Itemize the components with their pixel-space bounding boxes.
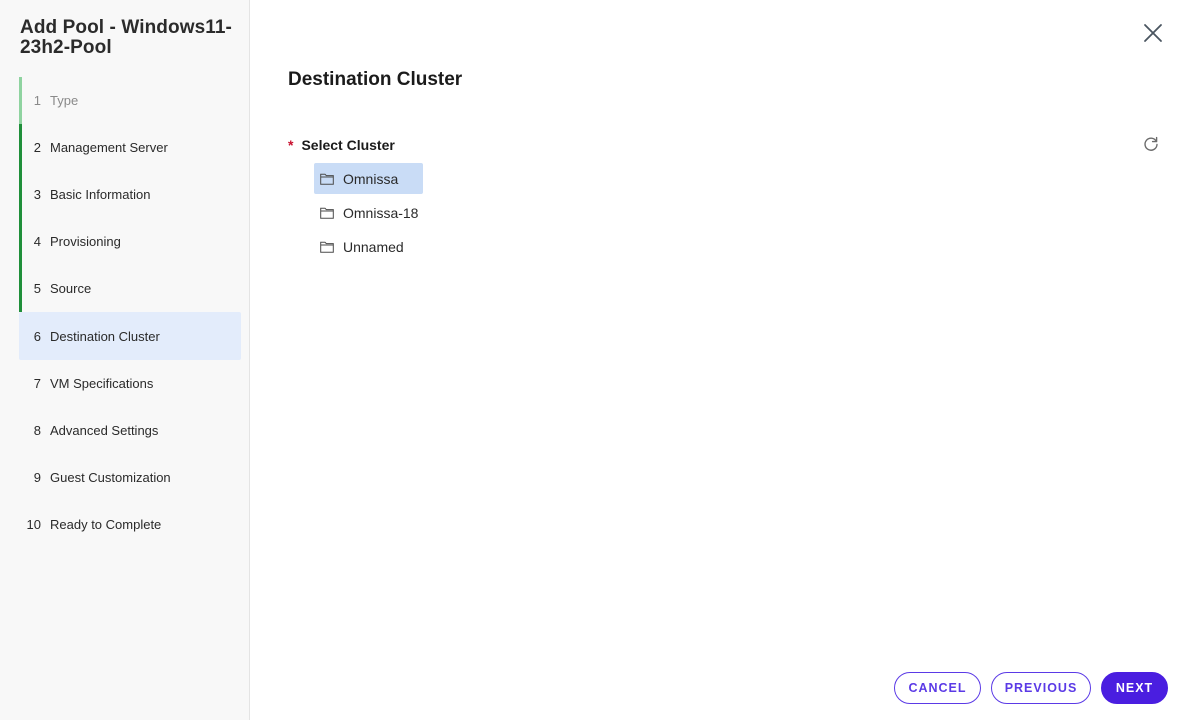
tree-item-label: Omnissa-18 (343, 205, 419, 222)
wizard-steps: 1 Type 2 Management Server 3 Basic Infor… (19, 77, 241, 548)
required-marker: * (288, 137, 294, 153)
step-number: 6 (33, 328, 41, 344)
step-number: 10 (26, 516, 41, 532)
folder-icon (320, 207, 334, 220)
step-label: Advanced Settings (50, 422, 159, 438)
step-guest-customization[interactable]: 9 Guest Customization (19, 454, 241, 501)
next-button[interactable]: NEXT (1101, 672, 1168, 704)
step-number: 3 (33, 187, 41, 203)
page-title: Destination Cluster (288, 69, 463, 90)
step-type[interactable]: 1 Type (19, 77, 241, 125)
cancel-button[interactable]: CANCEL (894, 672, 981, 704)
step-number: 9 (33, 469, 41, 485)
close-button[interactable] (1141, 21, 1165, 45)
step-label: Provisioning (50, 234, 121, 250)
tree-item-unnamed[interactable]: Unnamed (314, 230, 423, 264)
step-number: 8 (33, 422, 41, 438)
cluster-tree: Omnissa Omnissa-18 Unnamed (314, 163, 424, 264)
wizard-sidebar: Add Pool - Windows11-23h2-Pool 1 Type 2 … (0, 0, 250, 720)
step-label: VM Specifications (50, 375, 154, 391)
step-destination-cluster[interactable]: 6 Destination Cluster (19, 312, 241, 360)
previous-button[interactable]: PREVIOUS (991, 672, 1091, 704)
step-number: 5 (33, 281, 41, 297)
step-label: Destination Cluster (50, 328, 160, 344)
select-cluster-label-text: Select Cluster (301, 137, 395, 153)
folder-icon (320, 173, 334, 185)
tree-item-label: Omnissa (343, 170, 399, 187)
tree-item-omnissa[interactable]: Omnissa (314, 163, 424, 194)
step-ready-to-complete[interactable]: 10 Ready to Complete (19, 501, 241, 548)
step-source[interactable]: 5 Source (19, 265, 241, 313)
step-label: Guest Customization (50, 469, 171, 485)
step-label: Management Server (50, 140, 168, 156)
step-number: 2 (33, 140, 41, 156)
step-number: 1 (33, 93, 41, 109)
step-label: Basic Information (50, 187, 151, 203)
select-cluster-label: * Select Cluster (288, 137, 395, 153)
wizard-title: Add Pool - Windows11-23h2-Pool (20, 17, 232, 58)
tree-item-omnissa-18[interactable]: Omnissa-18 (314, 197, 423, 231)
step-advanced-settings[interactable]: 8 Advanced Settings (19, 407, 241, 454)
step-basic-information[interactable]: 3 Basic Information (19, 171, 241, 219)
step-label: Source (50, 281, 92, 297)
step-label: Type (50, 93, 79, 109)
step-label: Ready to Complete (50, 516, 162, 532)
refresh-icon (1144, 136, 1158, 151)
folder-icon (320, 241, 334, 253)
step-provisioning[interactable]: 4 Provisioning (19, 218, 241, 266)
step-number: 7 (33, 375, 41, 391)
refresh-button[interactable] (1142, 135, 1160, 153)
step-number: 4 (33, 234, 41, 250)
tree-item-label: Unnamed (343, 238, 404, 255)
close-icon (1144, 24, 1162, 42)
step-management-server[interactable]: 2 Management Server (19, 124, 241, 172)
step-vm-specifications[interactable]: 7 VM Specifications (19, 360, 241, 407)
